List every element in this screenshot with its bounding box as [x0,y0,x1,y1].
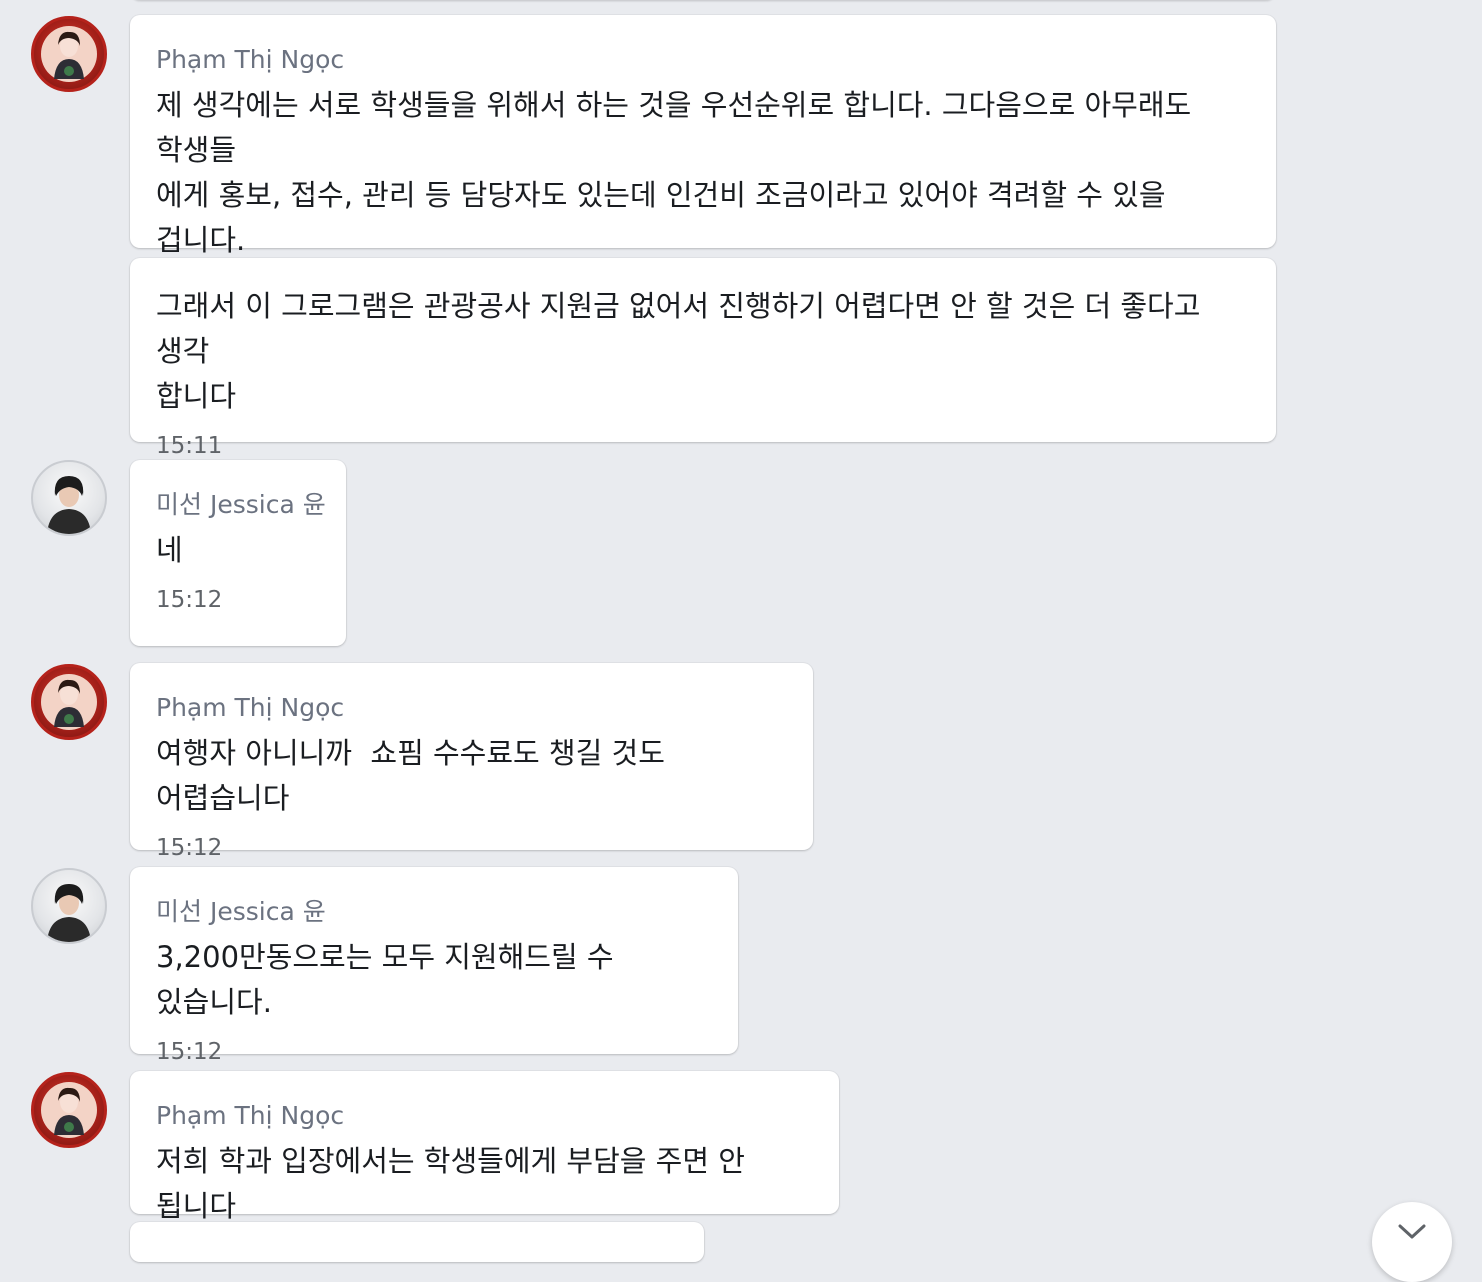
message-timestamp: 15:12 [156,1039,223,1065]
sender-name: 미선 Jessica 윤 [156,897,326,926]
sender-name: Phạm Thị Ngọc [156,693,345,722]
sender-name: 미선 Jessica 윤 [156,490,326,519]
message-bubble[interactable]: Phạm Thị Ngọc 제 생각에는 서로 학생들을 위해서 하는 것을 우… [130,15,1276,302]
message-timestamp: 15:12 [156,835,223,861]
scroll-to-bottom-button[interactable] [1372,1202,1452,1282]
message-bubble[interactable] [130,1222,704,1262]
message-text: 3,200만동으로는 모두 지원해드릴 수 있습니다. [156,940,623,1019]
message-text: 여행자 아니니까 쇼핌 수수료도 챙길 것도 어렵습니다 [156,736,675,815]
avatar-photo-icon [41,26,97,82]
message-text: 네 [156,533,183,567]
avatar-photo-icon [41,674,97,730]
avatar-jessica[interactable] [31,460,107,536]
avatar-photo-icon [47,476,91,534]
message-bubble[interactable]: 그래서 이 그로그램은 관광공사 지원금 없어서 진행하기 어렵다면 안 할 것… [130,258,1276,459]
sender-name: Phạm Thị Ngọc [156,1101,345,1130]
message-text: 저희 학과 입장에서는 학생들에게 부담을 주면 안 됩니다 [156,1144,755,1223]
message-bubble[interactable]: Phạm Thị Ngọc 여행자 아니니까 쇼핌 수수료도 챙길 것도 어렵습… [130,663,813,861]
chevron-down-icon [1398,1224,1426,1239]
avatar-pham-thi-ngoc[interactable] [31,1072,107,1148]
avatar-photo-icon [47,884,91,942]
avatar-pham-thi-ngoc[interactable] [31,664,107,740]
message-bubble[interactable]: 미선 Jessica 윤 3,200만동으로는 모두 지원해드릴 수 있습니다.… [130,867,738,1065]
message-timestamp: 15:12 [156,587,223,613]
message-bubble[interactable]: Phạm Thị Ngọc 저희 학과 입장에서는 학생들에게 부담을 주면 안… [130,1071,839,1223]
message-text: 그래서 이 그로그램은 관광공사 지원금 없어서 진행하기 어렵다면 안 할 것… [156,289,1201,413]
message-timestamp: 15:11 [156,433,223,459]
message-bubble[interactable]: 미선 Jessica 윤 네 15:12 [130,460,346,646]
chat-message-list[interactable]: Phạm Thị Ngọc 제 생각에는 서로 학생들을 위해서 하는 것을 우… [0,0,1482,1282]
avatar-photo-icon [41,1082,97,1138]
avatar-pham-thi-ngoc[interactable] [31,16,107,92]
sender-name: Phạm Thị Ngọc [156,45,345,74]
avatar-jessica[interactable] [31,868,107,944]
